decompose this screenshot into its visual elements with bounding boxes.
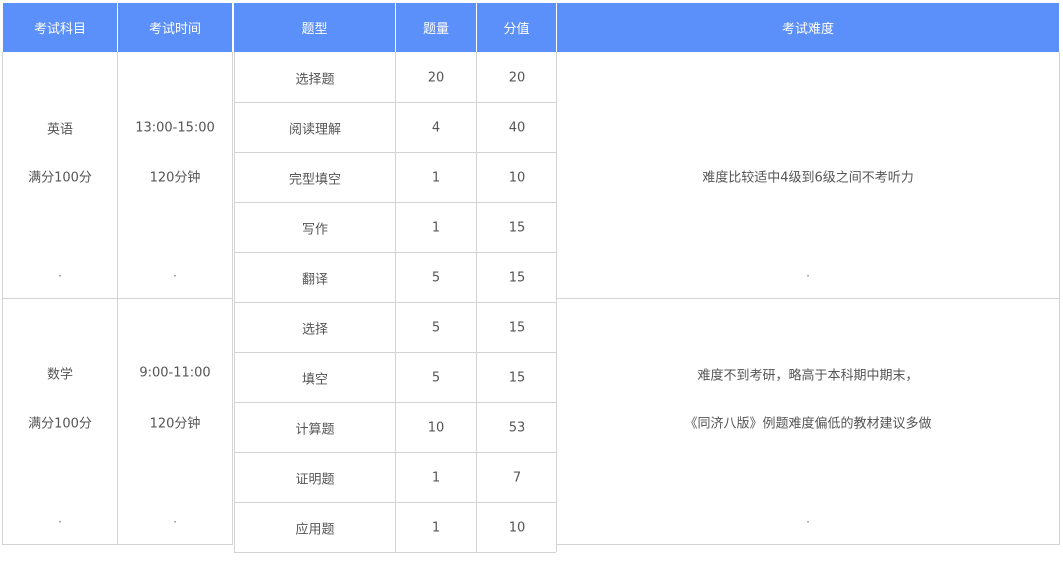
question-type: 阅读理解 xyxy=(288,122,342,138)
question-score: 15 xyxy=(508,320,526,336)
time-range: 9:00-11:00 xyxy=(139,365,211,381)
header-difficulty: 考试难度 xyxy=(557,3,1059,52)
question-type: 填空 xyxy=(301,372,329,388)
subject-full-score: 满分100分 xyxy=(28,170,92,186)
time-trailing-mark: · xyxy=(173,515,177,529)
question-score: 10 xyxy=(508,520,526,536)
time-range: 13:00-15:00 xyxy=(135,120,215,136)
question-type: 翻译 xyxy=(301,272,329,288)
question-count: 5 xyxy=(431,320,441,336)
question-type: 选择 xyxy=(301,322,329,338)
time-duration: 120分钟 xyxy=(149,416,201,432)
difficulty-text: 难度不到考研，略高于本科期中期末， xyxy=(697,368,919,384)
difficulty-trailing-mark: · xyxy=(806,269,810,283)
header-question-type: 题型 xyxy=(234,3,395,52)
subject-full-score: 满分100分 xyxy=(28,416,92,432)
question-count: 1 xyxy=(431,170,441,186)
question-type: 应用题 xyxy=(295,522,335,538)
question-count: 1 xyxy=(431,520,441,536)
question-count: 10 xyxy=(427,420,445,436)
question-count: 1 xyxy=(431,470,441,486)
question-type: 选择题 xyxy=(295,72,335,88)
question-score: 15 xyxy=(508,270,526,286)
difficulty-text: 难度比较适中4级到6级之间不考听力 xyxy=(702,170,914,186)
question-count: 1 xyxy=(431,220,441,236)
header-subject: 考试科目 xyxy=(3,3,117,52)
time-trailing-mark: · xyxy=(173,269,177,283)
question-type: 计算题 xyxy=(295,422,335,438)
difficulty-text: 《同济八版》例题难度偏低的教材建议多做 xyxy=(684,416,932,432)
subject-name: 数学 xyxy=(46,367,74,383)
question-count: 4 xyxy=(431,120,441,136)
subject-trailing-mark: · xyxy=(58,515,62,529)
question-count: 5 xyxy=(431,270,441,286)
question-score: 15 xyxy=(508,220,526,236)
question-score: 53 xyxy=(508,420,526,436)
header-time: 考试时间 xyxy=(118,3,232,52)
difficulty-trailing-mark: · xyxy=(806,515,810,529)
time-duration: 120分钟 xyxy=(149,170,201,186)
question-type: 完型填空 xyxy=(288,172,342,188)
question-score: 10 xyxy=(508,170,526,186)
subject-trailing-mark: · xyxy=(58,269,62,283)
question-score: 7 xyxy=(512,470,522,486)
header-score: 分值 xyxy=(477,3,556,52)
question-score: 40 xyxy=(508,120,526,136)
header-count: 题量 xyxy=(396,3,476,52)
question-score: 20 xyxy=(508,70,526,86)
question-type: 证明题 xyxy=(295,472,335,488)
question-count: 20 xyxy=(427,70,445,86)
subject-name: 英语 xyxy=(46,122,74,138)
question-score: 15 xyxy=(508,370,526,386)
question-count: 5 xyxy=(431,370,441,386)
question-type: 写作 xyxy=(301,222,329,238)
